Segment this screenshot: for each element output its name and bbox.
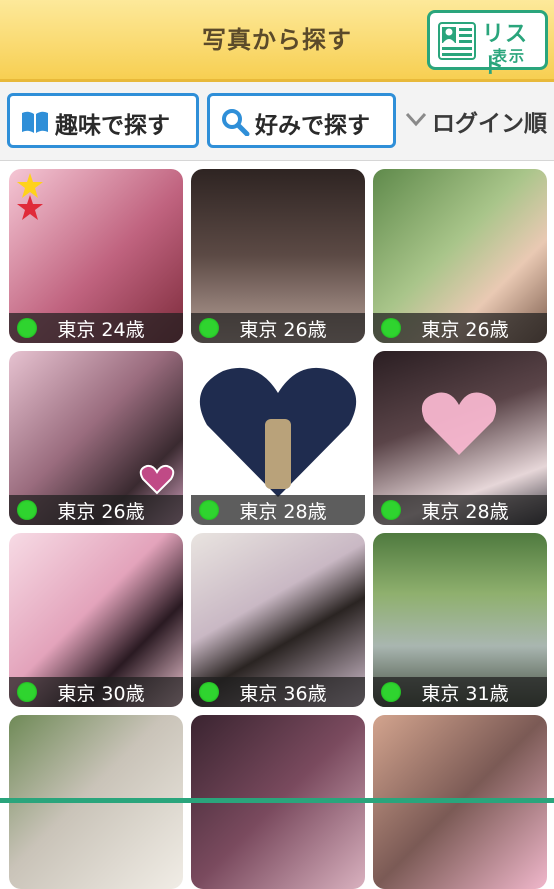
profile-caption: 東京 36歳 [239,683,327,705]
profile-card[interactable]: 東京 26歳 [373,169,547,343]
profile-card[interactable]: 東京 36歳 [191,533,365,707]
profile-caption-bar: 東京 26歳 [191,313,365,343]
profile-caption-bar: 東京 26歳 [373,313,547,343]
profile-caption: 東京 31歳 [421,683,509,705]
profile-card[interactable]: 東京 26歳 [191,169,365,343]
profile-caption-bar: 東京 24歳 [9,313,183,343]
search-by-hobby-button[interactable]: 趣味で探す [7,93,199,148]
profile-caption: 東京 26歳 [57,501,145,523]
search-by-hobby-label: 趣味で探す [55,113,170,139]
profile-caption: 東京 28歳 [239,501,327,523]
profile-card[interactable]: 東京 28歳 [373,351,547,525]
profile-caption-bar: 東京 28歳 [373,495,547,525]
profile-caption-bar: 東京 30歳 [9,677,183,707]
star-decoration-icon [17,173,43,220]
list-view-button[interactable]: リスト 表示 [427,10,548,79]
list-button-sublabel: 表示 [492,47,527,65]
book-icon [22,111,48,133]
profile-caption-bar: 東京 31歳 [373,677,547,707]
profile-card[interactable]: 東京 26歳 [9,351,183,525]
search-icon [222,109,250,136]
profile-caption-bar: 東京 28歳 [191,495,365,525]
app-header: 写真から探す リスト 表示 [0,0,554,82]
profile-card[interactable]: 東京 24歳 [9,169,183,343]
heart-sticker-icon [421,392,497,455]
profile-card[interactable]: 東京 28歳 [191,351,365,525]
heart-decoration-icon [139,464,175,495]
profile-card[interactable]: 東京 30歳 [9,533,183,707]
profile-caption-bar: 東京 26歳 [9,495,183,525]
profile-caption: 東京 26歳 [239,319,327,341]
search-by-preference-label: 好みで探す [255,113,370,139]
profile-card[interactable]: 東京 31歳 [373,533,547,707]
search-bar: 趣味で探す 好みで探す ログイン順 [0,82,554,161]
profile-caption: 東京 26歳 [421,319,509,341]
chevron-down-icon [405,112,427,127]
heart-frame-photo [199,367,357,497]
profile-caption: 東京 28歳 [421,501,509,523]
profile-grid: 東京 24歳 東京 26歳 東京 26歳 東京 26歳 東京 28歳 東京 28… [0,161,554,889]
profile-caption: 東京 24歳 [57,319,145,341]
search-by-preference-button[interactable]: 好みで探す [207,93,396,148]
bottom-divider [0,798,554,803]
profile-card-icon [438,22,476,60]
profile-caption-bar: 東京 36歳 [191,677,365,707]
sort-label: ログイン順 [432,111,547,137]
profile-caption: 東京 30歳 [57,683,145,705]
